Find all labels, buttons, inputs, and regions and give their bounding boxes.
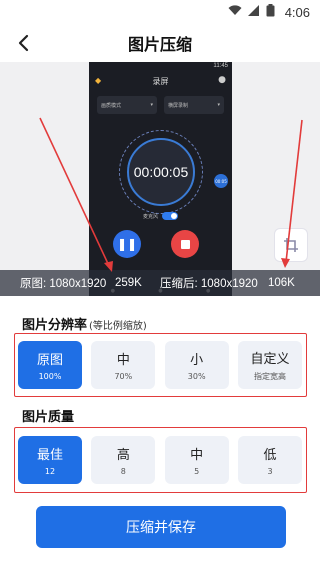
user-icon: ●	[218, 75, 226, 85]
page-title: 图片压缩	[127, 35, 192, 54]
option-sub: 100%	[38, 372, 62, 381]
option-sub: 70%	[114, 372, 133, 381]
chevron-left-icon	[18, 34, 29, 52]
option-label: 中	[190, 448, 204, 463]
preview-selects: 画质模式 ▾ 横屏录制 ▾	[89, 90, 232, 114]
preview-status-bar: 11:45	[89, 62, 232, 72]
option-sub: 指定宽高	[253, 372, 286, 381]
quality-section-title: 图片质量	[22, 406, 74, 425]
resolution-section-title: 图片分辨率 (等比例缩放)	[22, 314, 147, 333]
resolution-note: (等比例缩放)	[89, 321, 147, 332]
status-time: 4:06	[284, 4, 310, 20]
preview-select-orientation-label: 横屏录制	[168, 102, 189, 109]
quality-option-best[interactable]: 最佳 12	[18, 436, 82, 484]
signal-icon	[247, 5, 260, 19]
original-resolution: 原图: 1080x1920	[20, 278, 107, 290]
option-sub: 8	[120, 467, 126, 476]
preview-timer-inner: 00:00:05	[127, 138, 195, 206]
chevron-down-icon: ▾	[217, 102, 220, 108]
quality-option-low[interactable]: 低 3	[237, 436, 302, 484]
option-sub: 30%	[187, 372, 206, 381]
option-sub: 12	[44, 467, 56, 476]
original-size: 259K	[115, 277, 142, 289]
resolution-title: 图片分辨率	[22, 318, 88, 333]
preview-timer: 00:00:05	[133, 164, 189, 180]
preview-select-quality-label: 画质模式	[101, 102, 122, 109]
quality-options: 最佳 12 高 8 中 5 低 3	[18, 436, 302, 484]
option-label: 自定义	[250, 352, 290, 367]
option-label: 最佳	[36, 448, 63, 463]
resolution-options: 原图 100% 中 70% 小 30% 自定义 指定宽高	[18, 341, 302, 389]
resolution-option-medium[interactable]: 中 70%	[91, 341, 156, 389]
option-label: 低	[263, 448, 277, 463]
option-sub: 5	[194, 467, 200, 476]
stop-icon	[171, 230, 199, 258]
compressed-size: 106K	[268, 277, 295, 289]
back-button[interactable]	[12, 31, 36, 55]
compress-save-button[interactable]: 压缩并保存	[36, 506, 286, 548]
quality-option-medium[interactable]: 中 5	[164, 436, 229, 484]
image-preview: 11:45 ◆ 录屏 ● 画质模式 ▾ 横屏录制 ▾ 00:00:05 00:05 …	[0, 62, 320, 296]
preview-status-time: 11:45	[213, 63, 228, 69]
option-label: 中	[116, 353, 130, 368]
pause-icon: ❚❚	[113, 230, 141, 258]
wifi-icon	[228, 5, 242, 19]
preview-mic-row: 麦克风	[89, 212, 232, 220]
resolution-option-custom[interactable]: 自定义 指定宽高	[237, 341, 302, 389]
preview-floating-badge: 00:05	[214, 174, 228, 188]
preview-mic-toggle	[162, 212, 178, 220]
preview-header: ◆ 录屏 ●	[89, 72, 232, 90]
option-label: 小	[190, 353, 204, 368]
compression-info-bar: 原图: 1080x1920 259K 压缩后: 1080x1920 106K	[0, 270, 320, 296]
preview-mic-label: 麦克风	[142, 213, 158, 220]
resolution-option-original[interactable]: 原图 100%	[18, 341, 82, 389]
battery-icon	[266, 4, 275, 20]
preview-title: 录屏	[152, 76, 169, 86]
preview-timer-dial: 00:00:05	[119, 130, 203, 214]
crop-icon[interactable]	[274, 228, 308, 262]
option-sub: 3	[267, 467, 273, 476]
compressed-resolution: 压缩后: 1080x1920	[160, 278, 258, 290]
quality-option-high[interactable]: 高 8	[91, 436, 156, 484]
option-label: 原图	[36, 353, 63, 368]
option-label: 高	[116, 448, 130, 463]
diamond-icon: ◆	[95, 76, 102, 85]
preview-select-quality: 画质模式 ▾	[97, 96, 157, 114]
resolution-option-small[interactable]: 小 30%	[164, 341, 229, 389]
preview-select-orientation: 横屏录制 ▾	[164, 96, 224, 114]
status-bar: 4:06	[0, 0, 320, 24]
chevron-down-icon: ▾	[150, 102, 153, 108]
quality-title: 图片质量	[22, 410, 75, 425]
preview-screenshot: 11:45 ◆ 录屏 ● 画质模式 ▾ 横屏录制 ▾ 00:00:05 00:05 …	[89, 62, 232, 296]
header: 图片压缩	[0, 24, 320, 62]
